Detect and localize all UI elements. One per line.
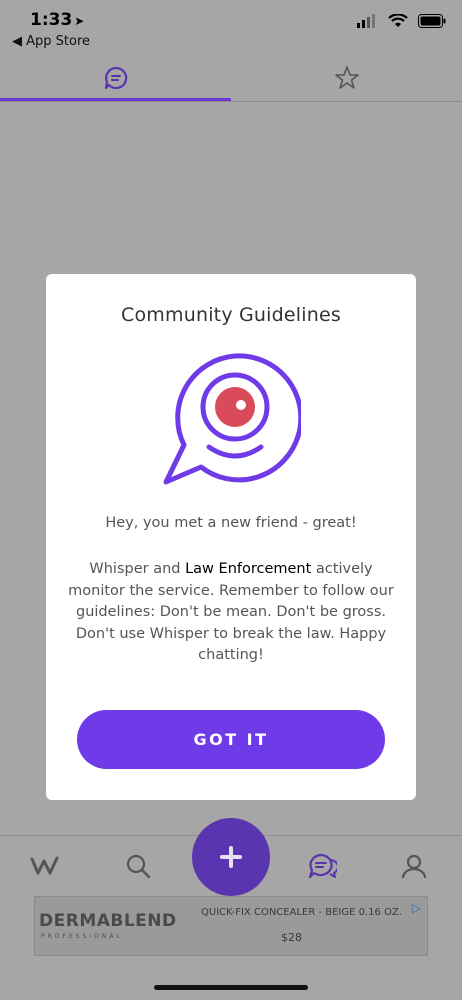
law-enforcement-text: Law Enforcement bbox=[185, 561, 312, 577]
plus-icon bbox=[220, 846, 242, 868]
nav-search[interactable] bbox=[122, 850, 154, 882]
dialog-title: Community Guidelines bbox=[121, 304, 341, 326]
search-icon bbox=[126, 854, 151, 879]
ad-product: QUICK-FIX CONCEALER - BEIGE 0.16 OZ. bbox=[201, 907, 402, 918]
ad-price: $28 bbox=[281, 931, 302, 944]
ad-brand: DERMABLEND bbox=[39, 911, 177, 931]
back-to-app-store[interactable]: ◀ App Store bbox=[12, 34, 90, 49]
create-post-button[interactable] bbox=[192, 818, 270, 896]
nav-profile[interactable] bbox=[398, 850, 430, 882]
user-icon bbox=[401, 854, 427, 879]
wifi-icon bbox=[388, 14, 408, 27]
got-it-button[interactable]: GOT IT bbox=[77, 710, 385, 769]
dialog-greeting: Hey, you met a new friend - great! bbox=[105, 515, 357, 531]
nav-messages[interactable] bbox=[306, 850, 338, 882]
banner-ad[interactable]: DERMABLEND PROFESSIONAL QUICK-FIX CONCEA… bbox=[34, 896, 428, 956]
location-arrow-icon: ➤ bbox=[74, 14, 85, 28]
tab-messages[interactable] bbox=[0, 56, 231, 100]
whisper-eye-bubble-icon bbox=[163, 353, 301, 485]
tab-divider bbox=[0, 101, 462, 102]
dialog-guidelines-text: Whisper and Law Enforcement actively mon… bbox=[68, 561, 394, 663]
signal-icon bbox=[357, 14, 375, 28]
system-icons bbox=[356, 14, 446, 28]
whisper-logo-icon bbox=[30, 856, 59, 875]
battery-icon bbox=[418, 14, 446, 28]
community-guidelines-dialog: Community Guidelines Hey, you met a new … bbox=[46, 274, 416, 800]
status-bar: 1:33 ➤ ◀ App Store bbox=[0, 0, 462, 56]
back-triangle-icon: ◀ bbox=[12, 34, 22, 49]
nav-home[interactable] bbox=[30, 850, 62, 882]
ad-brand-sub: PROFESSIONAL bbox=[41, 933, 123, 940]
chat-icon bbox=[104, 66, 127, 90]
status-time: 1:33 ➤ bbox=[30, 10, 85, 30]
star-icon bbox=[334, 66, 359, 89]
tab-favorites[interactable] bbox=[231, 56, 462, 100]
home-indicator[interactable] bbox=[154, 985, 308, 990]
adchoices-icon[interactable]: ▷ bbox=[412, 901, 421, 915]
top-tabs bbox=[0, 56, 462, 102]
chat-icon bbox=[308, 853, 337, 879]
